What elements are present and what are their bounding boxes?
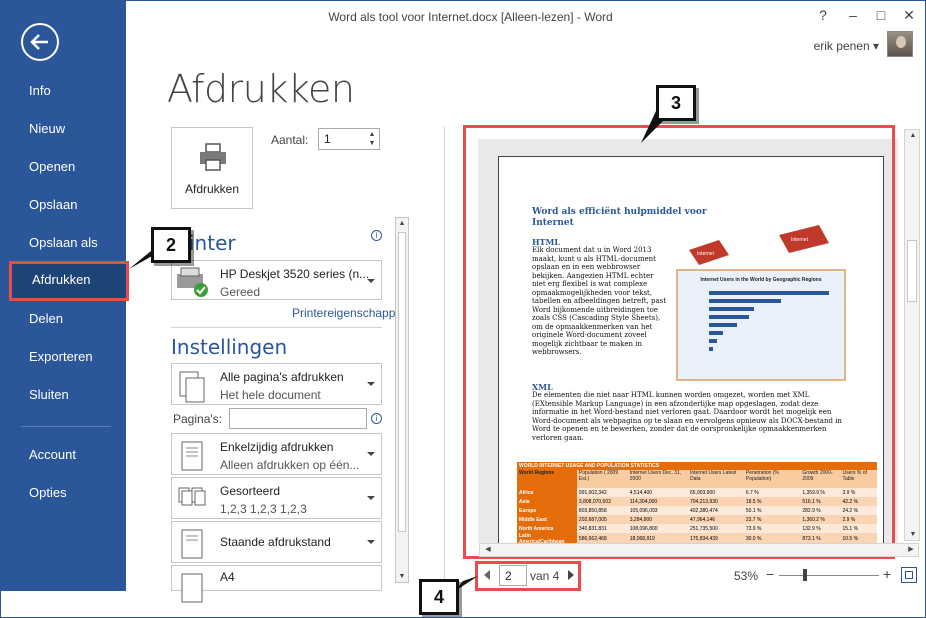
printer-status: Gereed (220, 285, 261, 299)
sidebar-item-opslaan[interactable]: Opslaan (1, 187, 126, 223)
zoom-out-button[interactable]: − (766, 566, 774, 582)
scroll-down-icon[interactable]: ▼ (908, 531, 918, 538)
sidebar-item-openen[interactable]: Openen (1, 149, 126, 185)
scroll-up-icon[interactable]: ▲ (908, 132, 918, 139)
sidebar-item-opslaan-als[interactable]: Opslaan als (1, 225, 126, 261)
preview-vertical-scrollbar[interactable]: ▲ ▼ (904, 129, 920, 541)
print-range-value: Alle pagina's afdrukken (220, 370, 344, 384)
single-sided-icon (181, 441, 203, 471)
print-range-desc: Het hele document (220, 388, 321, 402)
sides-desc: Alleen afdrukken op één... (220, 458, 360, 472)
zoom-in-button[interactable]: + (883, 566, 891, 582)
sidebar-item-delen[interactable]: Delen (1, 301, 126, 337)
zoom-slider[interactable] (779, 575, 879, 576)
print-button[interactable]: Afdrukken (171, 127, 253, 209)
spin-down-icon[interactable]: ▼ (367, 139, 377, 148)
sidebar-item-afdrukken[interactable]: Afdrukken (9, 261, 129, 301)
copies-stepper[interactable]: 1 ▲ ▼ (318, 128, 380, 150)
sidebar-item-account[interactable]: Account (1, 437, 126, 473)
collate-select[interactable]: Gesorteerd 1,2,3 1,2,3 1,2,3 (171, 477, 382, 519)
preview-divider (444, 127, 445, 591)
close-button[interactable]: ✕ (899, 7, 919, 24)
maximize-button[interactable]: □ (871, 7, 891, 23)
preview-horizontal-scrollbar[interactable]: ◀ ▶ (479, 543, 919, 557)
zoom-level[interactable]: 53% (734, 569, 758, 583)
collate-desc: 1,2,3 1,2,3 1,2,3 (220, 502, 307, 516)
pages-icon (179, 371, 205, 403)
user-name[interactable]: erik penen ▾ (814, 39, 879, 53)
chevron-down-icon (367, 382, 375, 386)
minimize-button[interactable]: – (843, 7, 863, 23)
previous-page-icon[interactable] (484, 570, 490, 580)
sidebar-item-info[interactable]: Info (1, 73, 126, 109)
printer-select[interactable]: HP Deskjet 3520 series (n... Gereed (171, 260, 382, 300)
pages-input[interactable] (229, 408, 367, 429)
callout-3: 3 (656, 85, 696, 121)
page-number-input[interactable]: 2 (499, 565, 527, 586)
back-arrow-icon[interactable] (21, 23, 59, 61)
scroll-up-icon[interactable]: ▲ (397, 220, 407, 227)
page-count: van 4 (530, 569, 560, 583)
scroll-right-icon[interactable]: ▶ (906, 545, 916, 553)
paper-size-value: A4 (220, 570, 235, 584)
collated-icon (178, 487, 206, 506)
portrait-icon (181, 529, 203, 559)
divider (171, 327, 382, 328)
chevron-down-icon (367, 279, 375, 283)
title-bar: Word als tool voor Internet.docx [Alleen… (126, 1, 925, 33)
pages-label: Pagina's: (173, 412, 222, 426)
scroll-thumb[interactable] (907, 240, 917, 302)
printer-icon (200, 143, 226, 171)
sidebar-divider (21, 426, 111, 427)
preview-highlight-box (463, 125, 895, 559)
help-button[interactable]: ? (813, 7, 833, 23)
sidebar-item-exporteren[interactable]: Exporteren (1, 339, 126, 375)
sidebar-item-nieuw[interactable]: Nieuw (1, 111, 126, 147)
printer-properties-link[interactable]: Printereigenschappen (292, 306, 409, 320)
printer-name: HP Deskjet 3520 series (n... (220, 267, 370, 281)
sides-select[interactable]: Enkelzijdig afdrukken Alleen afdrukken o… (171, 433, 382, 475)
backstage-sidebar: Info Nieuw Openen Opslaan Opslaan als Af… (1, 1, 129, 591)
sidebar-item-opties[interactable]: Opties (1, 475, 126, 511)
scroll-down-icon[interactable]: ▼ (397, 573, 407, 580)
next-page-icon[interactable] (568, 570, 574, 580)
chevron-down-icon (367, 540, 375, 544)
spin-up-icon[interactable]: ▲ (367, 130, 377, 139)
orientation-select[interactable]: Staande afdrukstand (171, 521, 382, 563)
info-icon[interactable]: i (371, 230, 382, 241)
settings-scrollbar[interactable]: ▲ ▼ (395, 217, 409, 583)
chevron-down-icon (367, 452, 375, 456)
collate-value: Gesorteerd (220, 484, 281, 498)
print-button-label: Afdrukken (184, 182, 240, 196)
zoom-to-page-icon[interactable] (901, 567, 917, 583)
word-window: Info Nieuw Openen Opslaan Opslaan als Af… (0, 0, 926, 618)
page-nav-highlight-box (475, 561, 581, 591)
printer-device-icon (177, 267, 208, 297)
sidebar-item-sluiten[interactable]: Sluiten (1, 377, 126, 413)
scroll-left-icon[interactable]: ◀ (483, 545, 493, 553)
printer-heading: inter (189, 231, 236, 255)
callout-2: 2 (151, 227, 191, 263)
callout-4: 4 (419, 579, 459, 615)
chevron-down-icon (367, 496, 375, 500)
zoom-slider-thumb[interactable] (803, 569, 807, 581)
avatar[interactable] (887, 31, 913, 57)
info-icon[interactable]: i (371, 413, 382, 424)
copies-label: Aantal: (271, 133, 309, 147)
paper-size-select[interactable]: A4 (171, 565, 382, 603)
window-title: Word als tool voor Internet.docx [Alleen… (328, 10, 613, 24)
settings-heading: Instellingen (171, 335, 288, 359)
copies-value: 1 (324, 132, 331, 146)
sides-value: Enkelzijdig afdrukken (220, 440, 334, 454)
print-range-select[interactable]: Alle pagina's afdrukken Het hele documen… (171, 363, 382, 405)
paper-size-icon (181, 573, 203, 603)
orientation-value: Staande afdrukstand (220, 535, 331, 549)
scroll-thumb[interactable] (398, 232, 406, 532)
page-title: Afdrukken (167, 67, 355, 111)
